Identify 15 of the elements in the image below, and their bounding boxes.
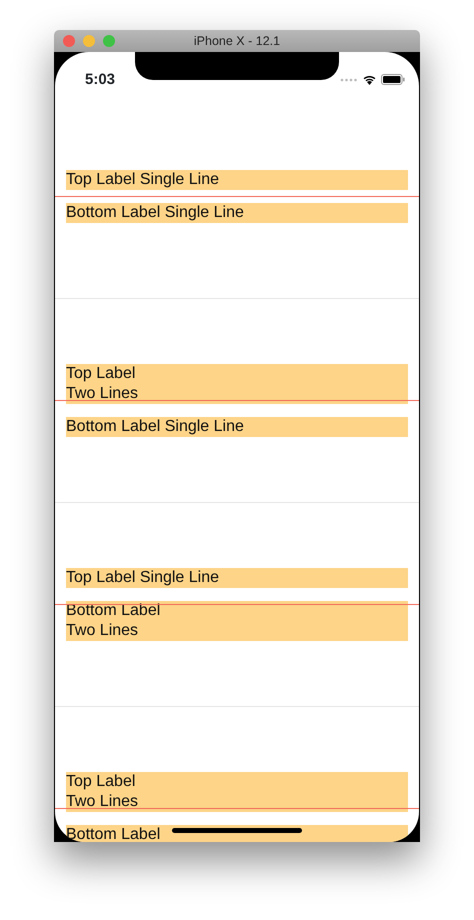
zoom-button[interactable]	[103, 35, 115, 47]
signal-icon	[340, 78, 358, 82]
wifi-icon	[362, 74, 377, 85]
bottom-label: Bottom Label Single Line	[66, 417, 408, 437]
bottom-label: Bottom Label Two Lines	[66, 601, 408, 641]
top-label: Top Label Two Lines	[66, 772, 408, 812]
window-title: iPhone X - 12.1	[194, 33, 280, 50]
top-label: Top Label Single Line	[66, 170, 408, 190]
battery-icon	[381, 74, 405, 85]
close-button[interactable]	[63, 35, 75, 47]
status-time: 5:03	[85, 70, 116, 90]
top-label: Top Label Two Lines	[66, 364, 408, 404]
minimize-button[interactable]	[83, 35, 95, 47]
top-label: Top Label Single Line	[66, 568, 408, 588]
bottom-label: Bottom Label Single Line	[66, 203, 408, 223]
